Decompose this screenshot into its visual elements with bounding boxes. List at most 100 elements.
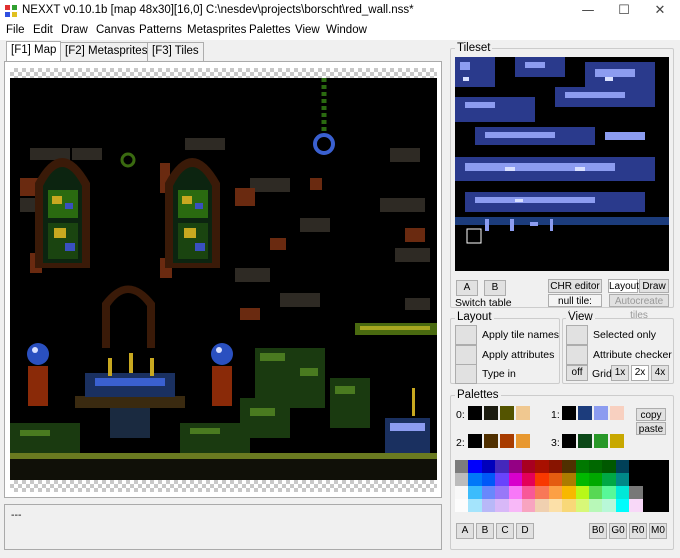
- nes-color-swatch[interactable]: [656, 473, 670, 486]
- nes-color-swatch[interactable]: [522, 499, 536, 512]
- paste-palette-button[interactable]: paste: [636, 422, 666, 435]
- palette-0-swatch[interactable]: [500, 406, 514, 420]
- nes-color-swatch[interactable]: [615, 486, 630, 499]
- nes-color-swatch[interactable]: [522, 473, 536, 486]
- palette-3-swatch[interactable]: [578, 434, 592, 448]
- menu-file[interactable]: File: [6, 24, 25, 36]
- nes-color-swatch[interactable]: [615, 460, 630, 473]
- nes-color-swatch[interactable]: [495, 499, 509, 512]
- menu-edit[interactable]: Edit: [33, 24, 53, 36]
- nes-color-swatch[interactable]: [562, 486, 576, 499]
- palette-3-swatch[interactable]: [610, 434, 624, 448]
- nes-color-swatch[interactable]: [508, 486, 522, 499]
- selected-only-toggle[interactable]: [566, 325, 588, 345]
- nes-color-swatch[interactable]: [468, 486, 482, 499]
- nes-color-swatch[interactable]: [656, 486, 670, 499]
- nes-color-swatch[interactable]: [642, 473, 656, 486]
- palette-set-a-button[interactable]: A: [456, 523, 474, 539]
- palette-2-swatch[interactable]: [516, 434, 530, 448]
- copy-palette-button[interactable]: copy: [636, 408, 666, 421]
- nes-color-swatch[interactable]: [548, 460, 563, 473]
- nes-color-swatch[interactable]: [602, 486, 616, 499]
- menu-window[interactable]: Window: [326, 24, 367, 36]
- palette-1-swatch[interactable]: [578, 406, 592, 420]
- tab-metasprites[interactable]: [F2] Metasprites: [60, 42, 153, 61]
- maximize-icon[interactable]: ☐: [606, 0, 642, 22]
- nes-color-swatch[interactable]: [656, 460, 670, 473]
- emphasis-r0-button[interactable]: R0: [629, 523, 647, 539]
- nes-color-swatch[interactable]: [495, 473, 509, 486]
- nes-color-swatch[interactable]: [455, 486, 469, 499]
- nes-color-swatch[interactable]: [562, 499, 576, 512]
- nes-color-swatch[interactable]: [522, 460, 536, 473]
- nes-color-swatch[interactable]: [535, 486, 549, 499]
- nes-color-swatch[interactable]: [575, 473, 589, 486]
- palette-set-c-button[interactable]: C: [496, 523, 514, 539]
- nes-color-swatch[interactable]: [562, 473, 576, 486]
- nes-color-swatch[interactable]: [508, 499, 522, 512]
- palette-3-swatch[interactable]: [562, 434, 576, 448]
- nes-color-swatch[interactable]: [548, 486, 563, 499]
- autocreate-tiles-button[interactable]: Autocreate tiles: [609, 294, 669, 321]
- nes-color-swatch[interactable]: [548, 499, 563, 512]
- nes-color-swatch[interactable]: [615, 499, 630, 512]
- nes-color-swatch[interactable]: [468, 473, 482, 486]
- apply-tile-names-toggle[interactable]: [455, 325, 477, 345]
- nes-color-swatch[interactable]: [602, 460, 616, 473]
- nes-color-swatch[interactable]: [481, 473, 496, 486]
- palette-2-swatch[interactable]: [500, 434, 514, 448]
- palette-1-swatch[interactable]: [610, 406, 624, 420]
- nes-color-swatch[interactable]: [495, 486, 509, 499]
- menu-draw[interactable]: Draw: [61, 24, 88, 36]
- nes-color-swatch[interactable]: [468, 499, 482, 512]
- palette-1-swatch[interactable]: [594, 406, 608, 420]
- nes-color-swatch[interactable]: [522, 486, 536, 499]
- switch-a-button[interactable]: A: [456, 280, 478, 296]
- tab-tiles[interactable]: [F3] Tiles: [147, 42, 204, 61]
- map-canvas[interactable]: [10, 78, 437, 480]
- null-tile-field[interactable]: null tile: $00: [548, 294, 602, 321]
- palette-2-swatch[interactable]: [468, 434, 482, 448]
- nes-color-swatch[interactable]: [629, 486, 643, 499]
- palette-set-b-button[interactable]: B: [476, 523, 494, 539]
- menu-canvas[interactable]: Canvas: [96, 24, 135, 36]
- nes-color-swatch[interactable]: [589, 499, 603, 512]
- nes-color-swatch[interactable]: [575, 460, 589, 473]
- nes-color-swatch[interactable]: [481, 486, 496, 499]
- menu-palettes[interactable]: Palettes: [249, 24, 291, 36]
- grid-1x-button[interactable]: 1x: [611, 365, 629, 381]
- nes-color-swatch[interactable]: [589, 473, 603, 486]
- nes-color-swatch[interactable]: [535, 499, 549, 512]
- apply-attributes-toggle[interactable]: [455, 345, 477, 365]
- menu-patterns[interactable]: Patterns: [139, 24, 182, 36]
- palette-3-swatch[interactable]: [594, 434, 608, 448]
- nes-color-swatch[interactable]: [629, 473, 643, 486]
- nes-color-swatch[interactable]: [535, 473, 549, 486]
- chr-editor-button[interactable]: CHR editor: [548, 279, 602, 293]
- nes-color-swatch[interactable]: [629, 460, 643, 473]
- nes-color-swatch[interactable]: [548, 473, 563, 486]
- nes-color-swatch[interactable]: [656, 499, 670, 512]
- emphasis-b0-button[interactable]: B0: [589, 523, 607, 539]
- nes-color-swatch[interactable]: [468, 460, 482, 473]
- layout-button[interactable]: Layout: [608, 279, 639, 293]
- switch-b-button[interactable]: B: [484, 280, 506, 296]
- palette-2-swatch[interactable]: [484, 434, 498, 448]
- type-in-toggle[interactable]: [455, 364, 477, 384]
- attribute-checker-toggle[interactable]: [566, 345, 588, 365]
- menu-view[interactable]: View: [295, 24, 320, 36]
- tab-map[interactable]: [F1] Map: [6, 41, 62, 62]
- minimize-icon[interactable]: —: [570, 0, 606, 22]
- nes-color-swatch[interactable]: [629, 499, 643, 512]
- nes-color-swatch[interactable]: [589, 486, 603, 499]
- nes-color-swatch[interactable]: [455, 473, 469, 486]
- nes-color-swatch[interactable]: [589, 460, 603, 473]
- menu-metasprites[interactable]: Metasprites: [187, 24, 246, 36]
- nes-color-swatch[interactable]: [602, 473, 616, 486]
- palette-1-swatch[interactable]: [562, 406, 576, 420]
- nes-color-swatch[interactable]: [615, 473, 630, 486]
- nes-color-swatch[interactable]: [535, 460, 549, 473]
- emphasis-m0-button[interactable]: M0: [649, 523, 667, 539]
- nes-color-swatch[interactable]: [508, 473, 522, 486]
- nes-color-swatch[interactable]: [562, 460, 576, 473]
